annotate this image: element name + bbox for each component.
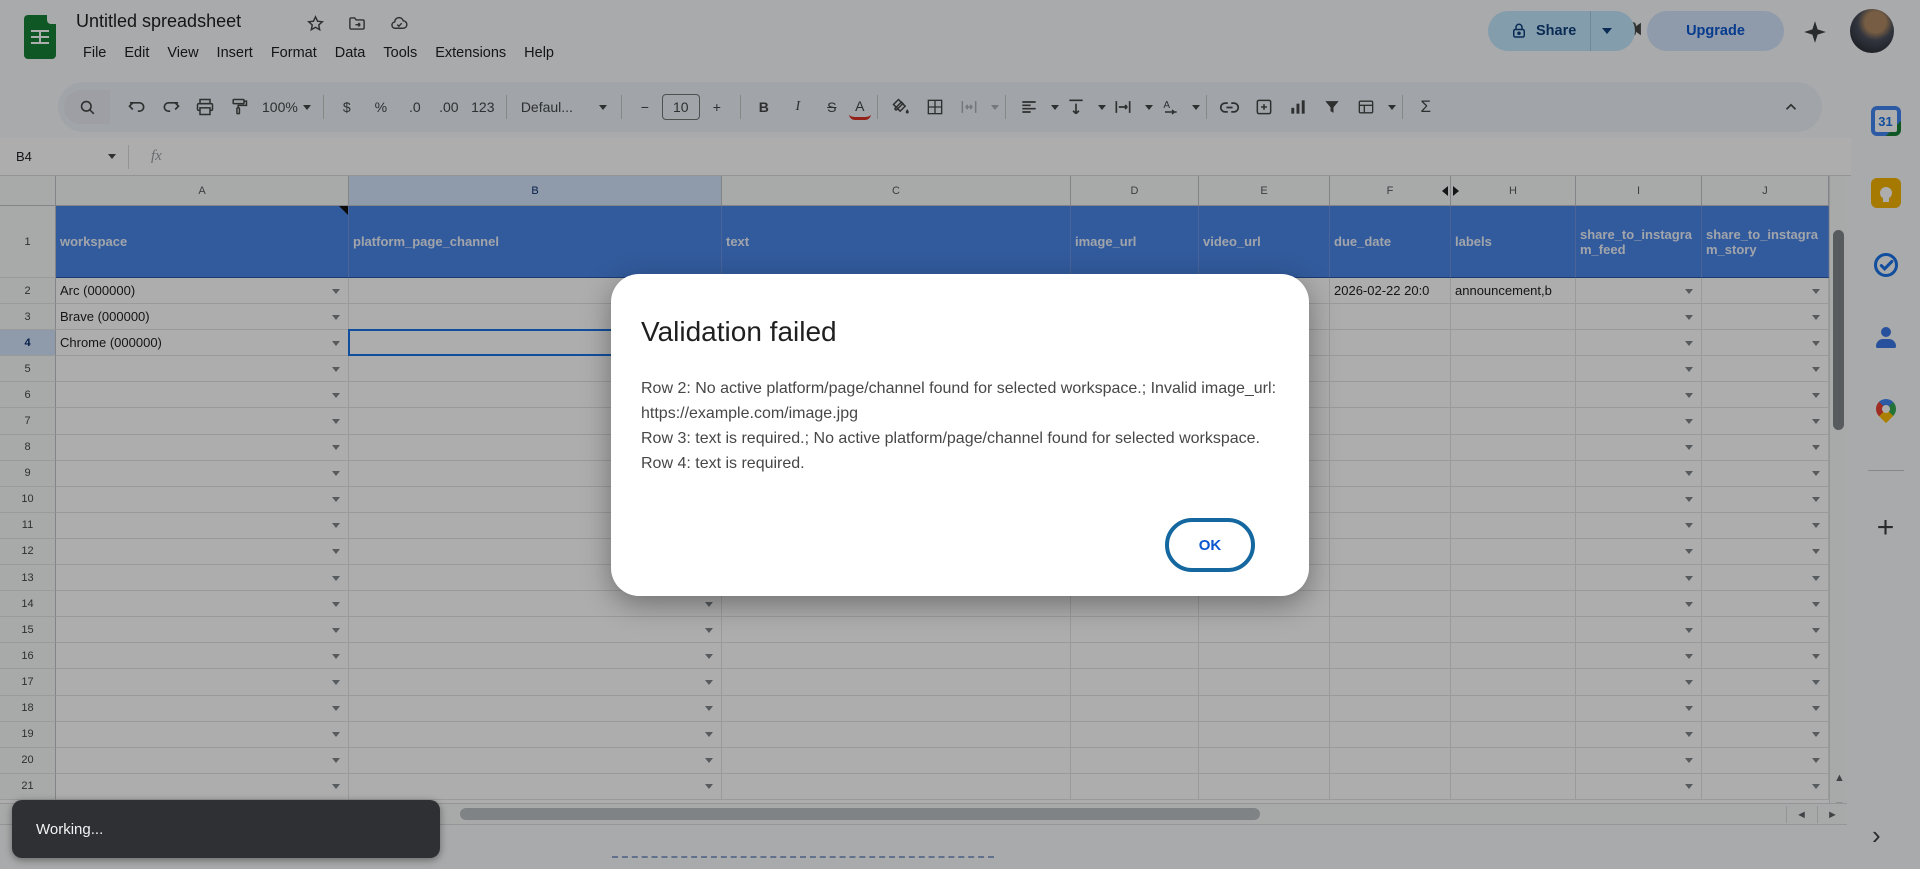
dialog-title: Validation failed xyxy=(641,316,837,347)
working-toast: Working... xyxy=(12,800,440,858)
validation-dialog: Validation failed Row 2: No active platf… xyxy=(611,274,1309,596)
dialog-body: Row 2: No active platform/page/channel f… xyxy=(641,376,1281,476)
ok-button[interactable]: OK xyxy=(1165,518,1255,572)
dialog-line: Row 2: No active platform/page/channel f… xyxy=(641,380,1277,422)
dialog-line: Row 4: text is required. xyxy=(641,455,805,472)
toast-message: Working... xyxy=(36,820,104,838)
dialog-line: Row 3: text is required.; No active plat… xyxy=(641,430,1260,447)
